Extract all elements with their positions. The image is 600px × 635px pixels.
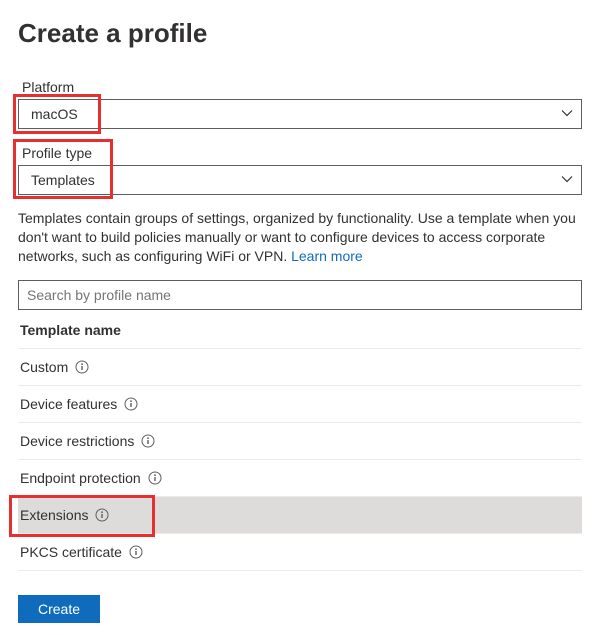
info-icon[interactable] xyxy=(124,397,138,411)
template-name: Device restrictions xyxy=(20,433,134,449)
template-row[interactable]: Custom xyxy=(18,349,582,386)
template-row[interactable]: PKCS certificate xyxy=(18,534,582,571)
chevron-down-icon xyxy=(561,172,573,188)
template-row[interactable]: Extensions xyxy=(18,497,582,534)
search-input[interactable] xyxy=(18,280,582,310)
platform-select[interactable]: macOS xyxy=(18,99,582,129)
chevron-down-icon xyxy=(561,106,573,122)
template-row[interactable]: Device features xyxy=(18,386,582,423)
learn-more-link[interactable]: Learn more xyxy=(291,248,363,264)
info-icon[interactable] xyxy=(141,434,155,448)
profile-type-label: Profile type xyxy=(18,143,96,163)
platform-value: macOS xyxy=(27,104,561,124)
platform-label: Platform xyxy=(18,77,78,97)
profile-type-select[interactable]: Templates xyxy=(18,165,582,195)
info-icon[interactable] xyxy=(148,471,162,485)
templates-description: Templates contain groups of settings, or… xyxy=(18,209,582,266)
info-icon[interactable] xyxy=(129,545,143,559)
template-name: Endpoint protection xyxy=(20,470,141,486)
template-name: Device features xyxy=(20,396,117,412)
profile-type-value: Templates xyxy=(27,170,561,190)
create-button[interactable]: Create xyxy=(18,595,100,623)
column-header-template-name: Template name xyxy=(18,310,582,349)
template-name: PKCS certificate xyxy=(20,544,122,560)
template-row[interactable]: Device restrictions xyxy=(18,423,582,460)
template-name: Custom xyxy=(20,359,68,375)
template-name: Extensions xyxy=(20,507,88,523)
info-icon[interactable] xyxy=(95,508,109,522)
page-title: Create a profile xyxy=(18,18,582,49)
template-row[interactable]: Endpoint protection xyxy=(18,460,582,497)
info-icon[interactable] xyxy=(75,360,89,374)
